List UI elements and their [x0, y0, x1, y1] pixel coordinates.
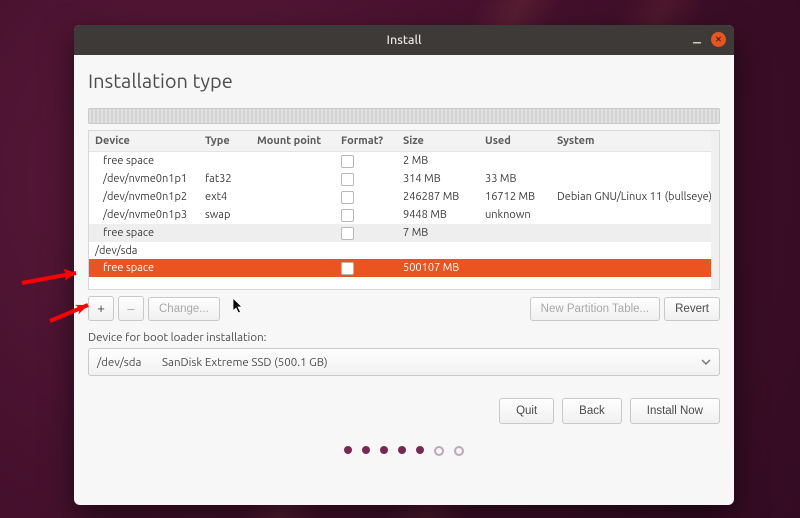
progress-dot	[344, 446, 352, 454]
add-partition-button[interactable]: +	[88, 296, 114, 321]
wizard-actions: Quit Back Install Now	[88, 398, 720, 424]
window-title: Install	[387, 33, 422, 47]
col-system: System	[551, 131, 719, 152]
partition-table: Device Type Mount point Format? Size Use…	[88, 130, 720, 290]
chevron-down-icon	[701, 357, 711, 370]
titlebar: Install	[74, 25, 734, 55]
col-mount: Mount point	[251, 131, 335, 152]
table-row[interactable]: free space500107 MB	[89, 259, 719, 277]
install-window: Install Installation type Device Type Mo…	[74, 25, 734, 505]
format-checkbox[interactable]	[341, 209, 354, 222]
table-row[interactable]: /dev/nvme0n1p3swap9448 MBunknown	[89, 206, 719, 224]
progress-dots	[88, 446, 720, 456]
remove-partition-button[interactable]: –	[118, 296, 144, 321]
format-checkbox[interactable]	[341, 227, 354, 240]
col-type: Type	[199, 131, 251, 152]
progress-dot	[416, 446, 424, 454]
scrollbar[interactable]	[711, 131, 719, 289]
revert-button[interactable]: Revert	[664, 297, 720, 321]
minimize-button[interactable]	[689, 32, 704, 47]
table-row[interactable]: /dev/nvme0n1p2ext4246287 MB16712 MBDebia…	[89, 188, 719, 206]
boot-loader-device-dropdown[interactable]: /dev/sda SanDisk Extreme SSD (500.1 GB)	[88, 348, 720, 376]
quit-button[interactable]: Quit	[499, 398, 554, 424]
back-button[interactable]: Back	[562, 398, 622, 424]
col-device: Device	[89, 131, 199, 152]
table-row[interactable]: free space7 MB	[89, 224, 719, 242]
table-header-row: Device Type Mount point Format? Size Use…	[89, 131, 719, 152]
new-partition-table-button[interactable]: New Partition Table...	[530, 297, 660, 321]
partition-usage-bar	[88, 108, 720, 124]
page-title: Installation type	[88, 69, 720, 92]
table-row[interactable]: free space2 MB	[89, 152, 719, 171]
close-button[interactable]	[711, 32, 726, 47]
table-row[interactable]: /dev/sda	[89, 242, 719, 259]
install-button[interactable]: Install Now	[630, 398, 720, 424]
progress-dot	[454, 446, 464, 456]
progress-dot	[362, 446, 370, 454]
col-size: Size	[397, 131, 479, 152]
partition-toolbar: + – Change... New Partition Table... Rev…	[88, 296, 720, 321]
boot-device-path: /dev/sda	[97, 356, 162, 369]
progress-dot	[380, 446, 388, 454]
format-checkbox[interactable]	[341, 173, 354, 186]
progress-dot	[398, 446, 406, 454]
format-checkbox[interactable]	[341, 262, 354, 275]
format-checkbox[interactable]	[341, 191, 354, 204]
change-partition-button[interactable]: Change...	[148, 297, 220, 321]
boot-loader-label: Device for boot loader installation:	[88, 331, 720, 344]
progress-dot	[434, 446, 444, 456]
col-format: Format?	[335, 131, 397, 152]
format-checkbox[interactable]	[341, 155, 354, 168]
col-used: Used	[479, 131, 551, 152]
table-row[interactable]: /dev/nvme0n1p1fat32314 MB33 MB	[89, 170, 719, 188]
boot-device-desc: SanDisk Extreme SSD (500.1 GB)	[162, 356, 328, 369]
